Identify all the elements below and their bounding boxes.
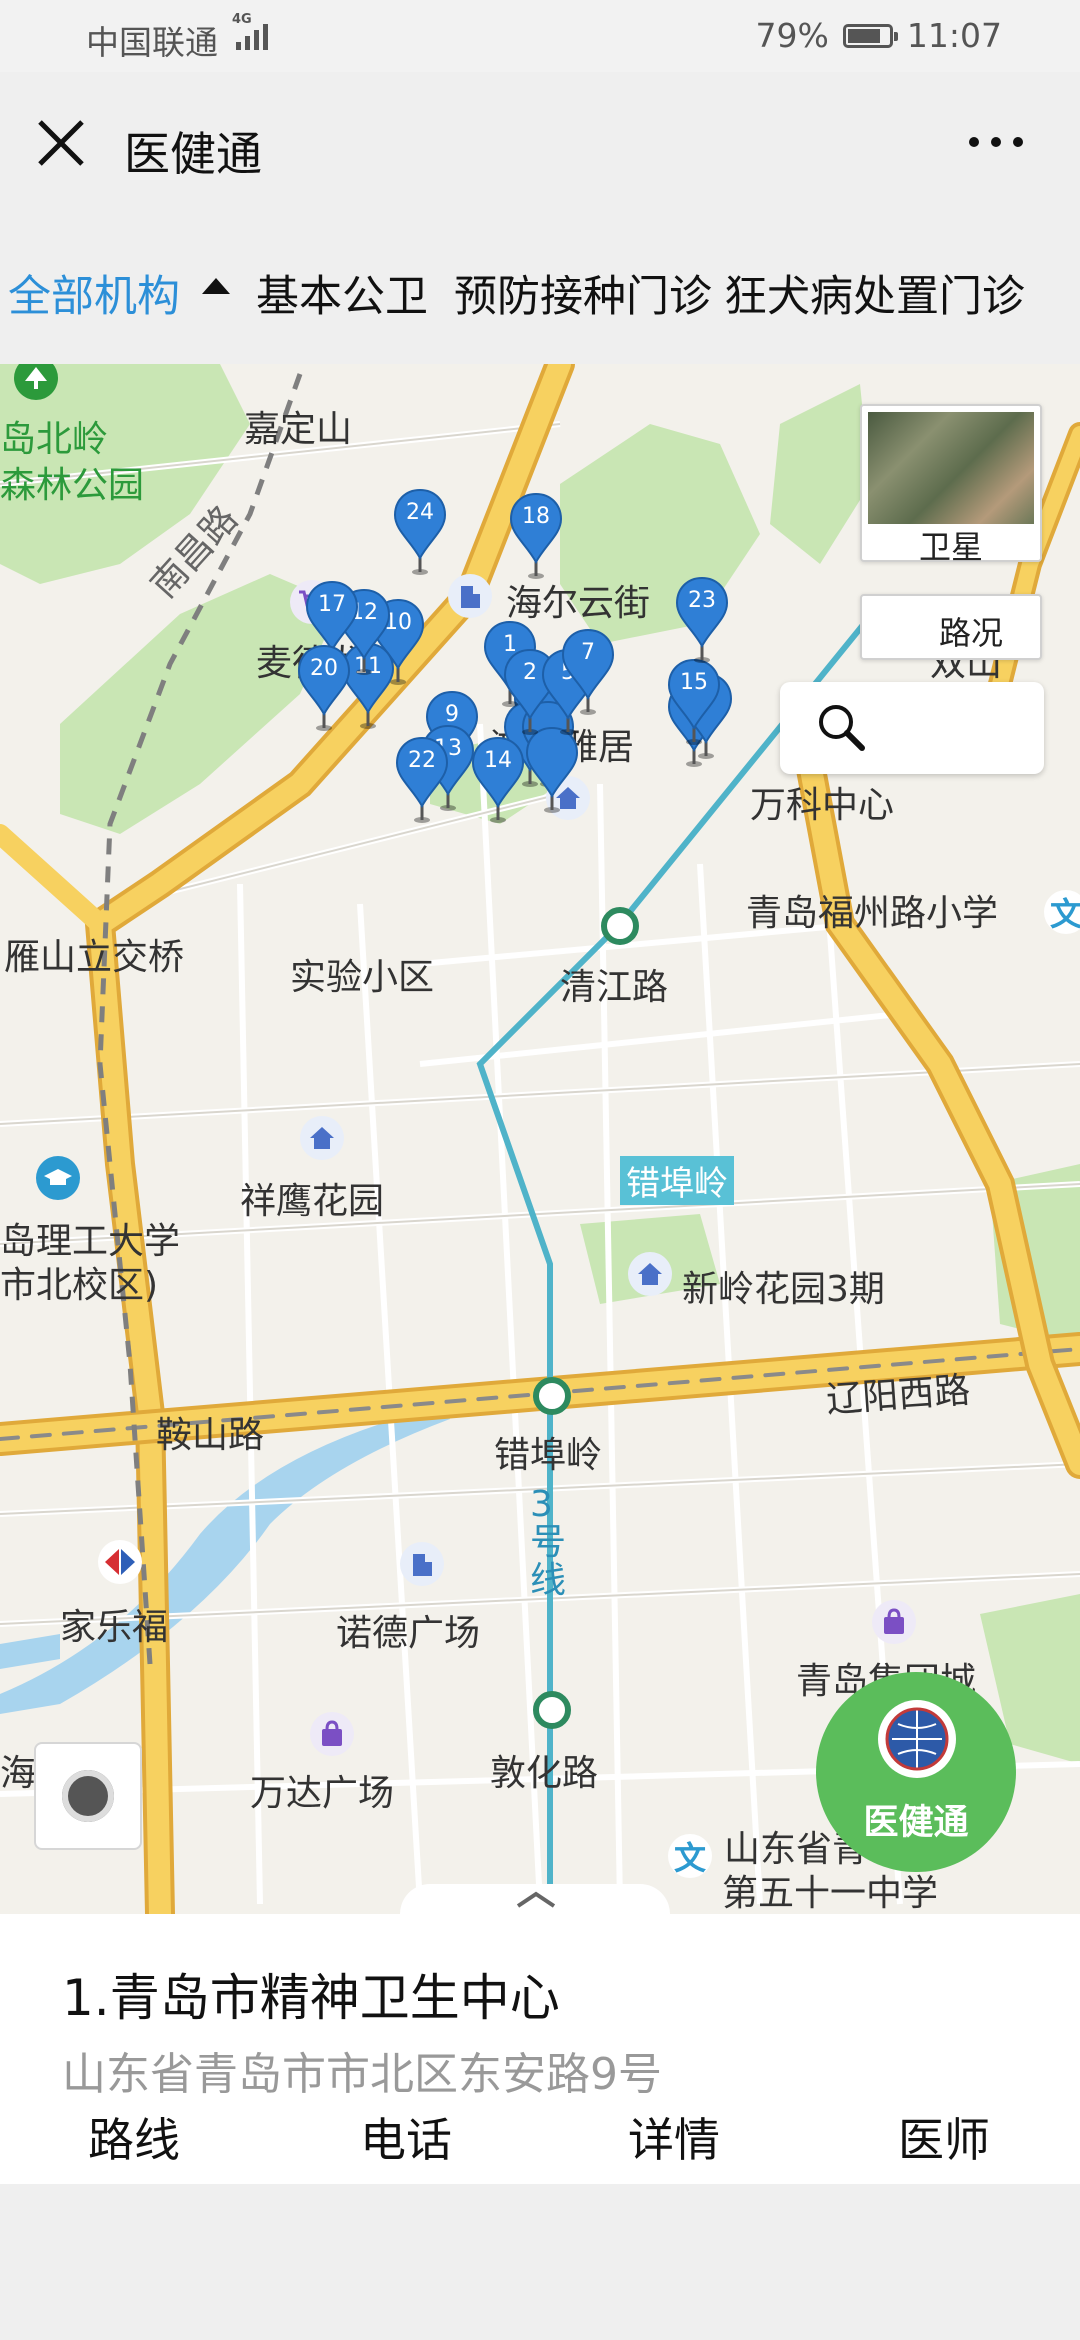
shopping-bag-icon	[310, 1712, 354, 1756]
map-label: 敦化路	[490, 1753, 599, 1794]
traffic-layer-button[interactable]: 路况	[860, 594, 1042, 660]
map-label: 辽阳西路	[824, 1370, 972, 1421]
status-right: 79% 11:07	[756, 16, 1002, 55]
brand-badge-label: 医健通	[863, 1803, 969, 1843]
map-pin-number: 24	[406, 500, 434, 525]
map-label-metro-line: 3号线	[530, 1484, 567, 1601]
drawer-handle[interactable]	[400, 1884, 670, 1914]
route-button[interactable]: 路线	[88, 2104, 180, 2170]
search-icon	[819, 705, 865, 751]
map-pin[interactable]: 22	[394, 736, 450, 826]
map-pin-number: 20	[310, 656, 338, 681]
battery-fill	[847, 28, 880, 43]
map-label: 实验小区	[290, 957, 435, 998]
residence-icon	[628, 1252, 672, 1296]
location-detail-panel: 1.青岛市精神卫生中心 山东省青岛市市北区东安路9号 路线 电话 详情 医师	[0, 1914, 1080, 2184]
close-icon[interactable]	[34, 116, 88, 170]
locate-button[interactable]	[34, 1742, 142, 1850]
tab-public-health[interactable]: 基本公卫	[256, 262, 428, 324]
pin-marker-icon	[525, 726, 579, 813]
map-label: 市北校区)	[0, 1265, 159, 1306]
clock: 11:07	[906, 16, 1002, 55]
carrier-name: 中国联通	[86, 23, 218, 62]
title-bar: 医健通	[0, 72, 1080, 222]
screen: 中国联通 4G 79% 11:07 医健通 全部机构 基本公卫 预防接种门诊 狂…	[0, 0, 1080, 2340]
map-label: 清江路	[560, 967, 669, 1008]
map-pin-number: 14	[484, 748, 512, 773]
map-pin[interactable]	[524, 726, 580, 816]
school-icon	[36, 1156, 80, 1200]
map-label: 万科中心	[750, 785, 895, 826]
map-label: 新岭花园3期	[682, 1269, 885, 1310]
map-pin[interactable]: 14	[470, 736, 526, 826]
map-label: 祥鹰花园	[240, 1181, 385, 1222]
doctors-button[interactable]: 医师	[898, 2104, 990, 2170]
page-title: 医健通	[124, 127, 262, 181]
map-label: 青岛福州路小学	[746, 893, 999, 934]
map-pin[interactable]: 18	[508, 492, 564, 582]
map-pin-number: 15	[680, 670, 708, 695]
map-label: 诺德广场	[336, 1613, 481, 1654]
location-address: 山东省青岛市市北区东安路9号	[62, 2049, 662, 2100]
status-bar: 中国联通 4G 79% 11:07	[0, 0, 1080, 72]
map-pin[interactable]: 23	[674, 576, 730, 666]
map-label: 雁山立交桥	[4, 937, 185, 978]
globe-emblem-icon	[878, 1700, 956, 1778]
map-pin-number: 18	[522, 504, 550, 529]
map-pin[interactable]: 7	[560, 628, 616, 718]
building-icon	[448, 574, 492, 618]
traffic-label: 路况	[938, 614, 1003, 652]
tab-rabies[interactable]: 狂犬病处置门诊	[724, 262, 1025, 324]
tab-vaccination[interactable]: 预防接种门诊	[454, 262, 712, 324]
metro-station-tag: 错埠岭	[620, 1156, 734, 1205]
shopping-bag-icon	[872, 1600, 916, 1644]
caret-up-icon[interactable]	[202, 278, 230, 294]
school-icon: 文	[1044, 890, 1080, 934]
map-search-button[interactable]	[780, 682, 1044, 774]
satellite-thumbnail	[868, 412, 1034, 524]
signal-icon	[236, 20, 268, 50]
map-pin[interactable]: 24	[392, 488, 448, 578]
chevron-up-icon	[516, 1891, 556, 1908]
satellite-layer-button[interactable]: 卫星	[860, 404, 1042, 566]
details-button[interactable]: 详情	[628, 2104, 720, 2170]
map-pin-number: 22	[408, 748, 436, 773]
phone-button[interactable]: 电话	[360, 2104, 452, 2170]
map-pin-number: 23	[688, 588, 716, 613]
map-pin-number: 7	[581, 640, 595, 665]
map-label: 嘉定山	[244, 409, 353, 450]
map-view[interactable]: 嘉定山 岛北岭 森林公园 南昌路 海尔云街 麦德龙 鸿仕雅居 万科中心 双山 青…	[0, 364, 1080, 1914]
brand-badge-button[interactable]: 医健通	[816, 1672, 1016, 1872]
carrefour-icon	[98, 1540, 142, 1584]
location-name: 1.青岛市精神卫生中心	[62, 1969, 560, 2027]
building-icon	[400, 1542, 444, 1586]
more-dots-icon[interactable]	[966, 132, 1026, 152]
map-pin[interactable]: 15	[666, 658, 722, 748]
category-tabs: 全部机构 基本公卫 预防接种门诊 狂犬病处置门诊	[0, 222, 1080, 364]
satellite-label: 卫星	[918, 528, 983, 566]
map-label: 错埠岭	[494, 1435, 603, 1476]
map-label: 鞍山路	[156, 1415, 265, 1456]
battery-icon	[842, 23, 898, 48]
school-icon: 文	[668, 1834, 712, 1878]
map-label: 家乐福	[60, 1607, 169, 1648]
map-pin[interactable]: 20	[296, 644, 352, 734]
map-pin-number: 17	[318, 592, 346, 617]
map-label: 万达广场	[250, 1773, 395, 1814]
locate-icon	[62, 1770, 114, 1822]
residence-icon	[300, 1116, 344, 1160]
tab-all[interactable]: 全部机构	[8, 262, 180, 324]
battery-percent: 79%	[755, 16, 829, 55]
map-label: 岛北岭	[0, 419, 109, 460]
map-label: 森林公园	[0, 465, 145, 506]
